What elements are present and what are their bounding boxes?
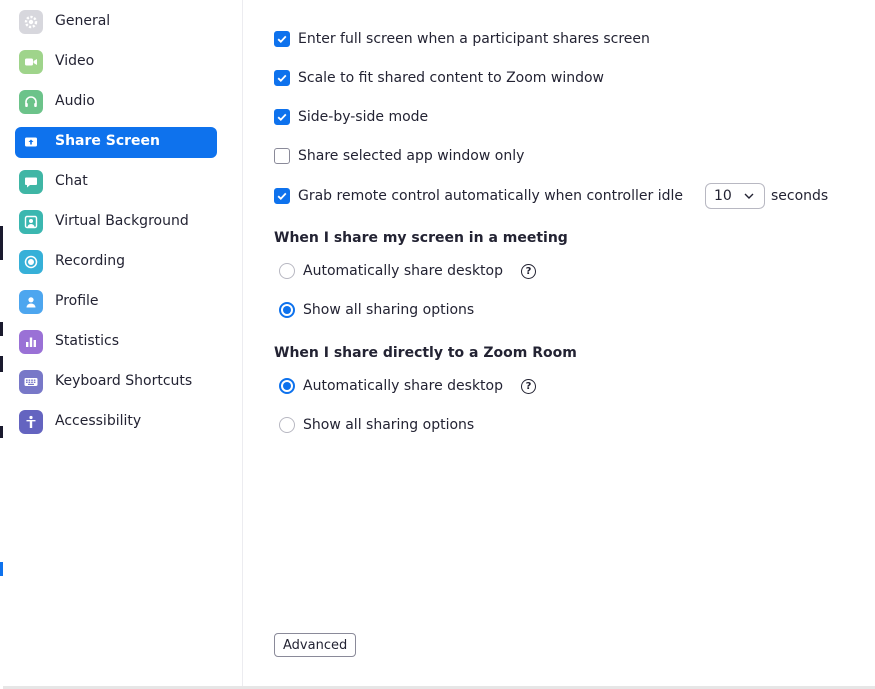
option-label: Show all sharing options — [303, 302, 475, 318]
sidebar-item-label: Chat — [55, 173, 88, 189]
sidebar-item-virtual-background[interactable]: Virtual Background — [15, 207, 217, 238]
headphones-icon — [19, 90, 43, 114]
sidebar-item-label: Statistics — [55, 333, 119, 349]
advanced-button[interactable]: Advanced — [274, 633, 357, 657]
option-side-by-side[interactable]: Side-by-side mode — [274, 109, 428, 125]
sidebar-item-label: Video — [55, 53, 95, 69]
keyboard-icon — [19, 370, 43, 394]
zoom-room-section-title: When I share directly to a Zoom Room — [274, 345, 577, 361]
gear-icon — [19, 10, 43, 34]
sidebar-item-recording[interactable]: Recording — [15, 247, 217, 278]
scale-to-fit-checkbox[interactable] — [274, 70, 290, 86]
sidebar-item-keyboard-shortcuts[interactable]: Keyboard Shortcuts — [15, 367, 217, 398]
sidebar-item-label: Accessibility — [55, 413, 142, 429]
option-label: Share selected app window only — [298, 148, 525, 164]
sidebar-item-label: Virtual Background — [55, 213, 189, 229]
side-by-side-checkbox[interactable] — [274, 109, 290, 125]
sidebar-item-audio[interactable]: Audio — [15, 87, 217, 118]
profile-icon — [19, 290, 43, 314]
recording-icon — [19, 250, 43, 274]
help-icon[interactable]: ? — [521, 378, 536, 394]
sidebar-item-label: Recording — [55, 253, 126, 269]
sidebar-item-label: Share Screen — [55, 133, 161, 149]
meeting-show-all-options-radio[interactable] — [279, 302, 295, 318]
option-scale-to-fit[interactable]: Scale to fit shared content to Zoom wind… — [274, 70, 604, 86]
sidebar-item-statistics[interactable]: Statistics — [15, 327, 217, 358]
help-icon[interactable]: ? — [521, 263, 536, 279]
idle-unit-label: seconds — [771, 188, 829, 204]
zoom-room-show-all-options-option[interactable]: Show all sharing options — [279, 417, 474, 433]
option-label: Enter full screen when a participant sha… — [298, 31, 650, 47]
settings-sidebar: General Video Audio Share Screen Chat Vi… — [3, 0, 243, 686]
chat-bubble-icon — [19, 170, 43, 194]
option-label: Automatically share desktop — [303, 263, 503, 279]
option-label: Scale to fit shared content to Zoom wind… — [298, 70, 605, 86]
meeting-show-all-options-option[interactable]: Show all sharing options — [279, 302, 474, 318]
option-label: Grab remote control automatically when c… — [298, 188, 683, 204]
option-full-screen[interactable]: Enter full screen when a participant sha… — [274, 31, 650, 47]
sidebar-item-label: Keyboard Shortcuts — [55, 373, 193, 389]
sidebar-item-chat[interactable]: Chat — [15, 167, 217, 198]
settings-window: General Video Audio Share Screen Chat Vi… — [0, 0, 875, 689]
sidebar-item-accessibility[interactable]: Accessibility — [15, 407, 217, 438]
idle-seconds-value: 10 — [714, 188, 732, 204]
option-label: Automatically share desktop — [303, 378, 503, 394]
option-label: Side-by-side mode — [298, 109, 429, 125]
video-camera-icon — [19, 50, 43, 74]
meeting-auto-share-desktop-radio[interactable] — [279, 263, 295, 279]
statistics-icon — [19, 330, 43, 354]
idle-seconds-select[interactable]: 10 — [705, 183, 765, 209]
sidebar-item-label: General — [55, 13, 111, 29]
grab-remote-control-checkbox[interactable] — [274, 188, 290, 204]
selected-app-window-checkbox[interactable] — [274, 148, 290, 164]
zoom-room-auto-share-desktop-radio[interactable] — [279, 378, 295, 394]
option-selected-app-window[interactable]: Share selected app window only — [274, 148, 524, 164]
share-screen-icon — [19, 130, 43, 154]
option-label: Show all sharing options — [303, 417, 475, 433]
sidebar-item-share-screen[interactable]: Share Screen — [15, 127, 217, 158]
meeting-auto-share-desktop-option[interactable]: Automatically share desktop ? — [279, 263, 536, 279]
sidebar-item-video[interactable]: Video — [15, 47, 217, 78]
share-screen-settings-panel: Enter full screen when a participant sha… — [244, 0, 875, 686]
full-screen-checkbox[interactable] — [274, 31, 290, 47]
chevron-down-icon — [744, 193, 754, 199]
option-grab-remote-control[interactable]: Grab remote control automatically when c… — [274, 183, 828, 209]
sidebar-item-general[interactable]: General — [15, 7, 217, 38]
virtual-background-icon — [19, 210, 43, 234]
sidebar-item-label: Profile — [55, 293, 99, 309]
meeting-section-title: When I share my screen in a meeting — [274, 230, 568, 246]
accessibility-icon — [19, 410, 43, 434]
sidebar-item-profile[interactable]: Profile — [15, 287, 217, 318]
sidebar-item-label: Audio — [55, 93, 95, 109]
zoom-room-show-all-options-radio[interactable] — [279, 417, 295, 433]
zoom-room-auto-share-desktop-option[interactable]: Automatically share desktop ? — [279, 378, 536, 394]
